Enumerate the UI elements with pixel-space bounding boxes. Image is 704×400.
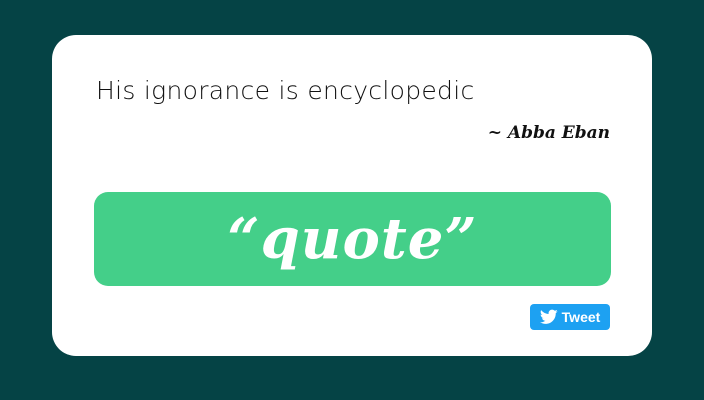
quote-author: ~ Abba Eban	[487, 123, 610, 143]
twitter-bird-icon	[539, 309, 558, 325]
tweet-button-label: Tweet	[561, 309, 601, 325]
quote-card: His ignorance is encyclopedic ~ Abba Eba…	[52, 35, 652, 356]
new-quote-button[interactable]: “quote”	[94, 192, 611, 286]
tweet-button[interactable]: Tweet	[530, 304, 610, 330]
quote-text: His ignorance is encyclopedic	[96, 76, 475, 105]
